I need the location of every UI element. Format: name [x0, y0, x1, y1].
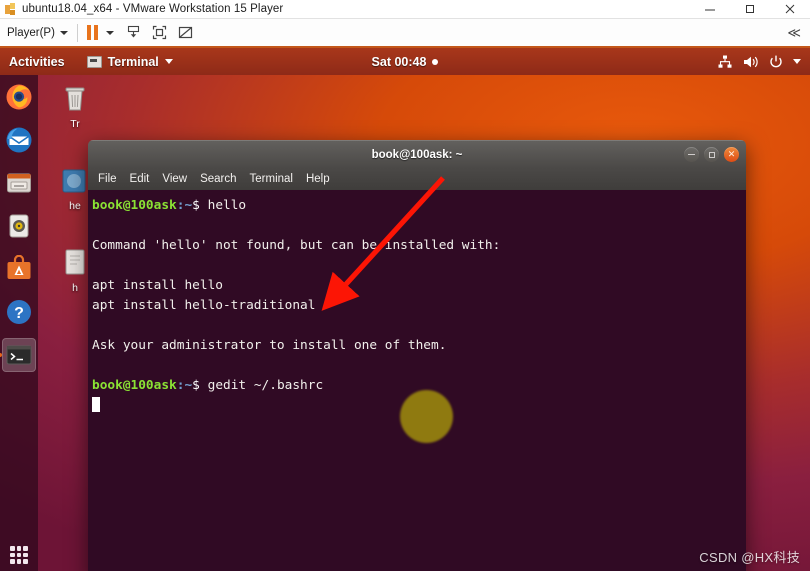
terminal-command: hello — [207, 198, 247, 213]
dock-item-terminal[interactable] — [0, 338, 36, 372]
help-icon: ? — [7, 300, 31, 324]
show-applications-button[interactable] — [10, 546, 28, 564]
terminal-window-title: book@100ask: ~ — [371, 148, 463, 161]
document-icon — [65, 249, 85, 275]
terminal-cursor — [92, 397, 100, 412]
files-icon — [7, 173, 31, 193]
dock-item-help[interactable]: ? — [2, 295, 36, 329]
minimize-button[interactable] — [690, 0, 730, 19]
clock-button[interactable]: Sat 00:48 — [0, 55, 810, 69]
terminal-line: apt install hello — [92, 278, 223, 293]
prompt-symbol: $ — [192, 378, 200, 393]
prompt-symbol: $ — [192, 198, 200, 213]
usb-devices-button[interactable] — [125, 24, 142, 41]
menu-item-view[interactable]: View — [162, 173, 187, 185]
dock-item-thunderbird[interactable] — [2, 123, 36, 157]
desktop-icon-trash[interactable]: Tr — [46, 82, 104, 130]
terminal-line: Command 'hello' not found, but can be in… — [92, 238, 501, 253]
terminal-line: Ask your administrator to install one of… — [92, 338, 447, 353]
dock-item-firefox[interactable] — [2, 80, 36, 114]
guest-bottom-edge — [0, 571, 810, 578]
ubuntu-dock: ? — [0, 75, 38, 578]
dock-item-files[interactable] — [2, 166, 36, 200]
terminal-line: book@100ask:~$ hello — [90, 196, 746, 216]
terminal-window-controls: ✕ — [684, 147, 739, 162]
dock-item-rhythmbox[interactable] — [2, 209, 36, 243]
vmware-window-title: ubuntu18.04_x64 - VMware Workstation 15 … — [22, 3, 284, 15]
desktop-icon-label: he — [69, 200, 81, 212]
vmware-icon — [4, 2, 17, 16]
menu-item-terminal[interactable]: Terminal — [250, 173, 293, 185]
terminal-icon — [6, 345, 32, 365]
folder-icon — [62, 169, 86, 193]
desktop-icon-label: h — [72, 282, 78, 294]
menu-item-file[interactable]: File — [98, 173, 117, 185]
terminal-close-button[interactable]: ✕ — [724, 147, 739, 162]
close-button[interactable] — [770, 0, 810, 19]
desktop-icon-label: Tr — [70, 118, 80, 130]
vmware-title-bar: ubuntu18.04_x64 - VMware Workstation 15 … — [0, 0, 810, 19]
svg-text:?: ? — [14, 305, 24, 322]
thunderbird-icon — [6, 127, 32, 153]
prompt-user: book@100ask — [92, 198, 177, 213]
trash-icon — [65, 87, 85, 111]
toolbar-collapse-button[interactable]: ≪ — [787, 25, 801, 41]
screen-artifact-blob — [400, 390, 453, 443]
fullscreen-button[interactable] — [151, 24, 168, 41]
terminal-output-area[interactable]: book@100ask:~$ hello Command 'hello' not… — [88, 190, 746, 578]
chevron-down-icon — [105, 30, 114, 35]
terminal-line: apt install hello-traditional — [92, 298, 316, 313]
pause-button[interactable] — [86, 25, 98, 40]
vmware-window-controls — [690, 0, 810, 19]
screenshot-root: ubuntu18.04_x64 - VMware Workstation 15 … — [0, 0, 810, 585]
terminal-title-bar[interactable]: book@100ask: ~ ✕ — [88, 140, 746, 168]
prompt-path: :~ — [176, 198, 193, 213]
fullscreen-icon — [152, 25, 167, 40]
restore-button[interactable] — [730, 0, 770, 19]
pause-dropdown-button[interactable] — [105, 30, 114, 35]
usb-device-icon — [127, 25, 139, 38]
ubuntu-software-icon — [7, 255, 31, 279]
rhythmbox-icon — [9, 214, 29, 238]
watermark: CSDN @HX科技 — [699, 550, 800, 565]
prompt-path: :~ — [176, 378, 193, 393]
dock-item-ubuntu-software[interactable] — [2, 252, 36, 286]
unity-mode-icon — [178, 26, 193, 39]
player-menu-button[interactable]: Player(P) — [7, 27, 68, 39]
terminal-command: gedit ~/.bashrc — [207, 378, 324, 393]
ubuntu-top-bar: Activities Terminal Sat 00:48 — [0, 48, 810, 75]
toolbar-divider — [76, 23, 78, 42]
menu-item-search[interactable]: Search — [200, 173, 236, 185]
terminal-window: book@100ask: ~ ✕ File Edit View Search T… — [88, 140, 746, 578]
player-menu-label: Player(P) — [7, 26, 55, 39]
terminal-menu-bar: File Edit View Search Terminal Help — [88, 168, 746, 190]
vmware-toolbar: Player(P) ≪ — [0, 19, 810, 48]
clock-label: Sat 00:48 — [371, 54, 427, 69]
menu-item-edit[interactable]: Edit — [130, 173, 150, 185]
notification-dot-icon — [432, 58, 439, 65]
terminal-maximize-button[interactable] — [704, 147, 719, 162]
chevron-down-icon — [59, 30, 68, 35]
firefox-icon — [6, 84, 32, 110]
unity-mode-button[interactable] — [177, 24, 194, 41]
terminal-minimize-button[interactable] — [684, 147, 699, 162]
pause-icon — [86, 25, 98, 40]
menu-item-help[interactable]: Help — [306, 173, 330, 185]
prompt-user: book@100ask — [92, 378, 177, 393]
guest-screen: Tr he h Activities Terminal Sat 00:48 ? … — [0, 48, 810, 578]
